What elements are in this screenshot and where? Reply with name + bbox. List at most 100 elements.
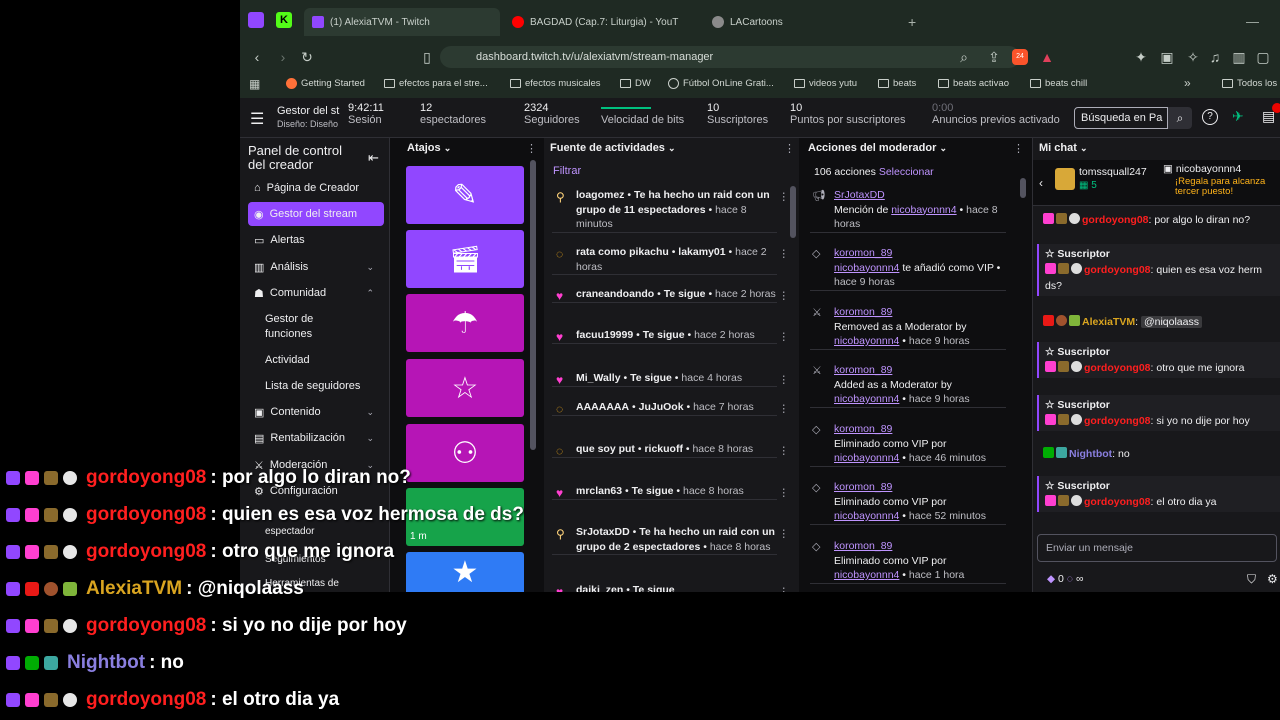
sidebar-item-content[interactable]: ▣ Contenido ⌄	[248, 400, 384, 424]
sidebar-item-analytics[interactable]: ▥ Análisis ⌄	[248, 255, 384, 279]
select-link[interactable]: Seleccionar	[879, 166, 934, 178]
gifter-name[interactable]: tomssquall247	[1079, 166, 1147, 178]
mod-action-item[interactable]: ⚔ koromon_89 Added as a Moderator by nicoba…	[810, 363, 1006, 408]
highlight-button[interactable]: ☆	[406, 359, 524, 417]
chat-username[interactable]: AlexiaTVM	[1082, 316, 1135, 328]
bookmark-folder[interactable]: Todos los	[1222, 78, 1277, 89]
activity-item[interactable]: ♥ craneandoando • Te sigue • hace 2 horas…	[552, 287, 789, 303]
bookmark-folder[interactable]: efectos para el stre...	[384, 78, 488, 89]
menu-icon[interactable]: ☰	[250, 109, 264, 129]
more-options-icon[interactable]: ⋮	[779, 444, 790, 459]
apps-grid-icon[interactable]: ▦	[249, 77, 260, 91]
bookmark-folder[interactable]: efectos musicales	[510, 78, 601, 89]
mod-user-link[interactable]: koromon_89	[834, 422, 1006, 437]
brave-shield-icon[interactable]: 24	[1012, 49, 1028, 65]
rewards-icon[interactable]: ▲	[1038, 48, 1056, 66]
chat-username[interactable]: gordoyong08	[1084, 362, 1151, 374]
share-icon[interactable]: ⇪	[985, 48, 1003, 66]
sidebar-toggle-icon[interactable]: ▣	[1158, 48, 1176, 66]
new-tab-icon[interactable]: +	[908, 14, 916, 30]
bookmark-folder[interactable]: DW	[620, 78, 651, 89]
more-options-icon[interactable]: ⋮	[779, 330, 790, 345]
music-icon[interactable]: ♫	[1206, 48, 1224, 66]
address-bar[interactable]: dashboard.twitch.tv/u/alexiatvm/stream-m…	[440, 46, 1020, 68]
collapse-icon[interactable]: ⇤	[368, 150, 379, 166]
sidebar-sub-features[interactable]: Gestor de funciones	[265, 312, 345, 342]
tab-youtube[interactable]: BAGDAD (Cap.7: Liturgia) - YouT	[504, 8, 700, 36]
tab-twitch[interactable]: (1) AlexiaTVM - Twitch	[304, 8, 500, 36]
bookmark-getting-started[interactable]: Getting Started	[286, 78, 365, 89]
chat-username[interactable]: gordoyong08	[1084, 264, 1151, 276]
bookmark-folder[interactable]: beats chill	[1030, 78, 1087, 89]
kick-pinned-icon[interactable]: K	[276, 12, 292, 28]
sidebar-item-alerts[interactable]: ▭ Alertas	[248, 228, 384, 252]
mod-user-link[interactable]: koromon_89	[834, 305, 1006, 320]
sidebar-item-community[interactable]: ☗ Comunidad ⌃	[248, 281, 384, 305]
zoom-icon[interactable]: ⌕	[955, 48, 973, 66]
back-icon[interactable]: ‹	[248, 48, 266, 66]
scrollbar[interactable]	[530, 160, 536, 450]
mod-action-item[interactable]: 📢︎ SrJotaxDD Mención de nicobayonnn4 • hac…	[810, 188, 1006, 233]
tab-lacartoons[interactable]: LACartoons	[704, 8, 900, 36]
bookmark-icon[interactable]: ▯	[418, 48, 436, 66]
more-options-icon[interactable]: ⋮	[779, 289, 790, 304]
chevron-left-icon[interactable]: ‹	[1039, 176, 1043, 190]
mod-user-link[interactable]: koromon_89	[834, 246, 1006, 261]
edit-info-button[interactable]: ✎	[406, 166, 524, 224]
target-user-link[interactable]: nicobayonnn4	[891, 204, 956, 216]
window-icon[interactable]: ▢	[1254, 48, 1272, 66]
bookmark-folder[interactable]: videos yutu	[794, 78, 857, 89]
activity-item[interactable]: ♥ facuu19999 • Te sigue • hace 2 horas ⋮	[552, 328, 789, 344]
more-options-icon[interactable]: ⋮	[1013, 142, 1024, 155]
more-options-icon[interactable]: ⋮	[779, 247, 790, 262]
bookmark-folder[interactable]: beats activao	[938, 78, 1009, 89]
sidebar-item-monetization[interactable]: ▤ Rentabilización ⌄	[248, 426, 384, 450]
twitch-pinned-icon[interactable]	[248, 12, 264, 28]
chat-username[interactable]: gordoyong08	[1082, 214, 1149, 226]
clip-button[interactable]: 🎬︎	[406, 230, 524, 288]
sidebar-sub-activity[interactable]: Actividad	[265, 353, 310, 368]
target-user-link[interactable]: nicobayonnn4	[834, 393, 899, 405]
split-icon[interactable]: ▥	[1230, 48, 1248, 66]
prediction-button[interactable]: ☂	[406, 294, 524, 352]
gifter2-name[interactable]: nicobayonnn4	[1176, 163, 1241, 175]
activity-item[interactable]: ⚲ loagomez • Te ha hecho un raid con un g…	[552, 188, 789, 233]
more-bookmarks-icon[interactable]: »	[1184, 76, 1191, 90]
more-options-icon[interactable]: ⋮	[779, 402, 790, 417]
mod-action-item[interactable]: ◇ koromon_89 nicobayonnn4 te añadió como V…	[810, 246, 1006, 291]
reload-icon[interactable]: ↻	[298, 48, 316, 66]
filter-link[interactable]: Filtrar	[553, 165, 581, 177]
activity-item[interactable]: ◌ rata como pikachu • lakamy01 • hace 2 h…	[552, 245, 789, 275]
chat-username[interactable]: gordoyong08	[1084, 415, 1151, 427]
sidebar-sub-followers[interactable]: Lista de seguidores	[265, 379, 360, 394]
sidebar-item-creator-page[interactable]: ⌂ Página de Creador	[248, 176, 384, 200]
more-options-icon[interactable]: ⋮	[779, 373, 790, 388]
sidebar-item-stream-manager[interactable]: ◉ Gestor del stream	[248, 202, 384, 226]
search-icon[interactable]: ⌕	[1168, 107, 1192, 129]
bookmark-folder[interactable]: beats	[878, 78, 916, 89]
mod-user-link[interactable]: koromon_89	[834, 363, 1006, 378]
chat-username[interactable]: Nightbot	[1069, 448, 1112, 460]
more-options-icon[interactable]: ⋮	[784, 142, 795, 155]
activity-item[interactable]: ◌ AAAAAAA • JuJuOok • hace 7 horas ⋮	[552, 400, 789, 416]
forward-icon[interactable]: ›	[274, 48, 292, 66]
search-input[interactable]: Búsqueda en Pa	[1074, 107, 1168, 129]
activity-item[interactable]: ♥ Mi_Wally • Te sigue • hace 4 horas ⋮	[552, 371, 789, 387]
scrollbar[interactable]	[1020, 178, 1026, 198]
help-icon[interactable]: ?	[1202, 109, 1218, 125]
leo-icon[interactable]: ✧	[1184, 48, 1202, 66]
more-options-icon[interactable]: ⋮	[779, 190, 790, 205]
activity-item[interactable]: ◌ que soy put • rickuoff • hace 8 horas ⋮	[552, 442, 789, 458]
mod-user-link[interactable]: SrJotaxDD	[834, 188, 1006, 203]
bookmark-link[interactable]: Fútbol OnLine Grati...	[668, 78, 774, 89]
target-user-link[interactable]: nicobayonnn4	[834, 262, 899, 274]
extensions-icon[interactable]: ✦	[1132, 48, 1150, 66]
target-user-link[interactable]: nicobayonnn4	[834, 335, 899, 347]
chat-mention[interactable]: @niqolaass	[1140, 316, 1202, 328]
drop-icon[interactable]: ✈	[1232, 108, 1244, 125]
scrollbar[interactable]	[790, 186, 796, 238]
mod-action-item[interactable]: ⚔ koromon_89 Removed as a Moderator by nico…	[810, 305, 1006, 350]
more-options-icon[interactable]: ⋮	[526, 142, 537, 155]
minimize-icon[interactable]: —	[1246, 14, 1259, 29]
layout-label[interactable]: Diseño: Diseño	[277, 119, 347, 129]
